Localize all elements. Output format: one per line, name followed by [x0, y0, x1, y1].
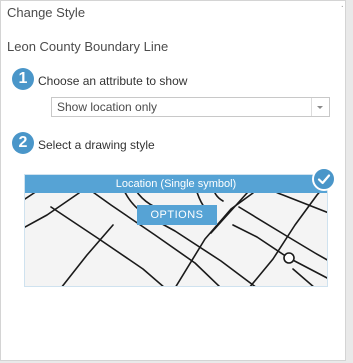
check-icon: [317, 174, 331, 185]
options-button[interactable]: OPTIONS: [137, 205, 217, 225]
step-2-label: Select a drawing style: [38, 138, 155, 152]
step-2-badge: 2: [12, 132, 34, 154]
panel-title: Change Style: [7, 5, 86, 20]
step-1-label: Choose an attribute to show: [38, 74, 188, 88]
panel-corner-mark: ·: [340, 1, 344, 12]
step-1-badge: 1: [12, 68, 34, 90]
style-card-single-symbol[interactable]: Location (Single symbol) OPTIONS: [24, 174, 328, 287]
change-style-panel: Change Style · Leon County Boundary Line…: [0, 0, 346, 361]
attribute-select-value: Show location only: [57, 100, 158, 114]
attribute-select[interactable]: Show location only: [51, 97, 330, 117]
layer-name: Leon County Boundary Line: [7, 39, 169, 54]
selected-badge: [312, 167, 336, 191]
chevron-down-icon[interactable]: [311, 98, 329, 116]
style-card-title: Location (Single symbol): [25, 175, 327, 193]
